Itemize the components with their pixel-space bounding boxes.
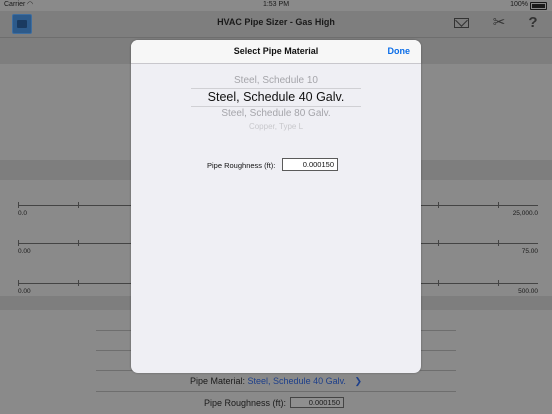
picker-option[interactable]: Steel, Schedule 80 Galv. xyxy=(131,108,421,119)
tools-icon[interactable]: ✂ xyxy=(490,14,508,32)
slider-max: 75.00 xyxy=(521,248,538,255)
modal-header: Select Pipe Material Done xyxy=(131,40,421,64)
material-picker[interactable]: Steel, Schedule 10 Steel, Schedule 40 Ga… xyxy=(131,70,421,132)
help-icon[interactable]: ? xyxy=(524,14,542,32)
roughness-row: Pipe Roughness (ft): 0.000150 xyxy=(131,158,421,172)
status-bar: Carrier ◠ 1:53 PM 100% xyxy=(0,0,552,11)
battery-icon xyxy=(530,2,547,10)
pipe-roughness-field[interactable]: 0.000150 xyxy=(290,397,344,408)
roughness-field[interactable]: 0.000150 xyxy=(282,158,338,171)
picker-option[interactable]: Copper, Type L xyxy=(131,122,421,131)
slider-min: 0.00 xyxy=(18,248,31,255)
roughness-label: Pipe Roughness (ft): xyxy=(207,161,276,170)
pipe-roughness-label: Pipe Roughness (ft): xyxy=(204,398,287,408)
battery-percent: 100% xyxy=(510,1,528,8)
picker-selection-line xyxy=(191,88,361,89)
slider-max: 500.00 xyxy=(518,288,538,295)
slider-max: 25,000.0 xyxy=(512,210,538,217)
picker-selection-line xyxy=(191,106,361,107)
picker-option[interactable]: Steel, Schedule 10 xyxy=(131,75,421,86)
pipe-material-value[interactable]: Steel, Schedule 40 Galv. xyxy=(248,376,346,386)
pipe-roughness-row: Pipe Roughness (ft): 0.000150 xyxy=(0,397,552,410)
pipe-material-row[interactable]: Pipe Material: Steel, Schedule 40 Galv. … xyxy=(0,376,552,388)
status-time: 1:53 PM xyxy=(262,1,290,8)
nav-bar: HVAC Pipe Sizer - Gas High ✂ ? xyxy=(0,11,552,38)
done-button[interactable]: Done xyxy=(388,46,411,56)
pipe-material-label: Pipe Material: xyxy=(189,376,246,386)
slider-min: 0.00 xyxy=(18,288,31,295)
chevron-right-icon[interactable]: ❯ xyxy=(354,376,362,386)
modal-title: Select Pipe Material xyxy=(233,46,319,56)
divider xyxy=(96,391,456,392)
slider-min: 0.0 xyxy=(18,210,28,217)
pipe-material-modal: Select Pipe Material Done Steel, Schedul… xyxy=(131,40,421,373)
mail-icon[interactable] xyxy=(453,14,471,32)
picker-option-selected[interactable]: Steel, Schedule 40 Galv. xyxy=(131,90,421,104)
